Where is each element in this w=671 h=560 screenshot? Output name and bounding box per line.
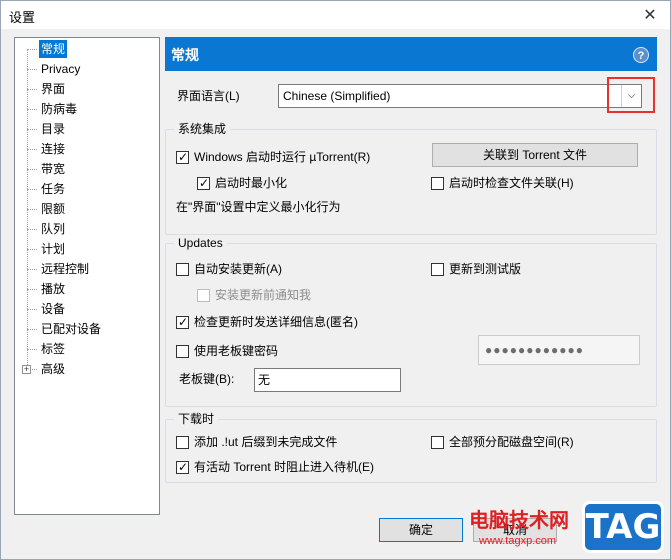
tree-branch bbox=[27, 89, 37, 90]
boss-key-password-field[interactable]: ●●●●●●●●●●●● bbox=[478, 335, 640, 365]
tree-branch bbox=[27, 189, 37, 190]
checkbox-box[interactable] bbox=[176, 149, 189, 165]
checkbox-box bbox=[197, 288, 210, 302]
checkbox-label: 全部预分配磁盘空间(R) bbox=[449, 435, 574, 449]
help-icon[interactable]: ? bbox=[633, 47, 649, 63]
tree-item-devices[interactable]: 设备 bbox=[39, 300, 67, 318]
tree-branch bbox=[27, 229, 37, 230]
tree-branch bbox=[27, 249, 37, 250]
language-select-value: Chinese (Simplified) bbox=[283, 89, 391, 103]
boss-key-password-checkbox[interactable]: 使用老板键密码 bbox=[176, 343, 278, 359]
checkbox-label: 检查更新时发送详细信息(匿名) bbox=[194, 315, 358, 329]
group-title-download: 下载时 bbox=[174, 411, 219, 427]
checkbox-label: Windows 启动时运行 µTorrent(R) bbox=[194, 150, 371, 164]
checkbox-label: 更新到测试版 bbox=[449, 262, 522, 276]
checkbox-box[interactable] bbox=[431, 176, 444, 190]
updates-group: Updates 自动安装更新(A) 更新到测试版 安装更新前通知我 检查更新时发… bbox=[165, 235, 657, 407]
tree-item-interface[interactable]: 界面 bbox=[39, 80, 67, 98]
checkbox-box[interactable] bbox=[176, 314, 189, 330]
settings-window: 设置 ✕ 常规 Privacy 界面 防病毒 目录 连接 带宽 任务 限额 队列… bbox=[0, 0, 671, 560]
ok-button[interactable]: 确定 bbox=[379, 518, 463, 542]
minimize-note: 在"界面"设置中定义最小化行为 bbox=[176, 200, 341, 214]
prevent-standby-checkbox[interactable]: 有活动 Torrent 时阻止进入待机(E) bbox=[176, 459, 374, 475]
watermark-text: 电脑技术网 bbox=[469, 508, 569, 532]
tree-item-bandwidth[interactable]: 带宽 bbox=[39, 160, 67, 178]
settings-tree: 常规 Privacy 界面 防病毒 目录 连接 带宽 任务 限额 队列 计划 远… bbox=[14, 37, 160, 515]
tree-item-queue[interactable]: 队列 bbox=[39, 220, 67, 238]
checkbox-box[interactable] bbox=[176, 459, 189, 475]
tree-guide-line bbox=[27, 49, 28, 371]
tree-branch bbox=[27, 349, 37, 350]
download-group: 下载时 添加 .!ut 后缀到未完成文件 全部预分配磁盘空间(R) 有活动 To… bbox=[165, 411, 657, 483]
tree-item-antivirus[interactable]: 防病毒 bbox=[39, 100, 79, 118]
tree-branch bbox=[27, 169, 37, 170]
checkbox-label: 使用老板键密码 bbox=[194, 344, 279, 358]
boss-key-label: 老板键(B): bbox=[179, 372, 235, 386]
tree-branch bbox=[27, 329, 37, 330]
checkbox-box[interactable] bbox=[176, 344, 189, 358]
expand-icon[interactable]: + bbox=[22, 365, 31, 374]
run-on-startup-checkbox[interactable]: Windows 启动时运行 µTorrent(R) bbox=[176, 149, 370, 165]
system-integration-group: 系统集成 Windows 启动时运行 µTorrent(R) 关联到 Torre… bbox=[165, 121, 657, 235]
tree-branch bbox=[27, 109, 37, 110]
checkbox-label: 添加 .!ut 后缀到未完成文件 bbox=[194, 435, 338, 449]
checkbox-label: 有活动 Torrent 时阻止进入待机(E) bbox=[194, 460, 375, 474]
tree-branch bbox=[27, 69, 37, 70]
tree-item-scheduler[interactable]: 计划 bbox=[39, 240, 67, 258]
tree-branch bbox=[27, 309, 37, 310]
beta-update-checkbox[interactable]: 更新到测试版 bbox=[431, 261, 521, 277]
tree-item-directories[interactable]: 目录 bbox=[39, 120, 67, 138]
notify-before-install-checkbox: 安装更新前通知我 bbox=[197, 287, 311, 303]
panel-title: 常规 bbox=[171, 47, 199, 63]
tree-item-tasks[interactable]: 任务 bbox=[39, 180, 67, 198]
close-icon[interactable]: ✕ bbox=[630, 1, 670, 29]
watermark-tag-logo: TAG bbox=[582, 501, 664, 553]
tree-branch bbox=[27, 269, 37, 270]
checkbox-label: 启动时最小化 bbox=[215, 176, 288, 190]
checkbox-label: 安装更新前通知我 bbox=[215, 288, 312, 302]
tree-branch bbox=[27, 289, 37, 290]
checkbox-box[interactable] bbox=[431, 435, 444, 449]
boss-key-input[interactable]: 无 bbox=[254, 368, 401, 392]
tree-branch bbox=[27, 149, 37, 150]
send-info-checkbox[interactable]: 检查更新时发送详细信息(匿名) bbox=[176, 314, 358, 330]
checkbox-box[interactable] bbox=[176, 435, 189, 449]
group-title-system: 系统集成 bbox=[174, 121, 231, 137]
watermark-url: www.tagxp.com bbox=[479, 535, 557, 547]
title-bar: 设置 ✕ bbox=[1, 1, 670, 29]
checkbox-box[interactable] bbox=[176, 262, 189, 276]
tree-item-playback[interactable]: 播放 bbox=[39, 280, 67, 298]
tree-branch bbox=[27, 49, 37, 50]
checkbox-label: 启动时检查文件关联(H) bbox=[449, 176, 574, 190]
start-minimized-checkbox[interactable]: 启动时最小化 bbox=[197, 175, 287, 191]
tree-item-remote[interactable]: 远程控制 bbox=[39, 260, 91, 278]
checkbox-label: 自动安装更新(A) bbox=[194, 262, 282, 276]
tree-item-paired-devices[interactable]: 已配对设备 bbox=[39, 320, 103, 338]
tree-item-privacy[interactable]: Privacy bbox=[39, 60, 82, 78]
tree-item-limits[interactable]: 限额 bbox=[39, 200, 67, 218]
tree-item-general[interactable]: 常规 bbox=[39, 40, 68, 58]
tree-item-labels[interactable]: 标签 bbox=[39, 340, 67, 358]
tree-item-advanced[interactable]: 高级 bbox=[39, 360, 67, 378]
preallocate-checkbox[interactable]: 全部预分配磁盘空间(R) bbox=[431, 434, 574, 450]
associate-torrent-button[interactable]: 关联到 Torrent 文件 bbox=[432, 143, 638, 167]
group-title-updates: Updates bbox=[174, 235, 227, 251]
tree-item-connection[interactable]: 连接 bbox=[39, 140, 67, 158]
general-panel: 常规 ? 界面语言(L) Chinese (Simplified) ⌵ 系统集成… bbox=[165, 37, 657, 487]
language-label: 界面语言(L) bbox=[177, 89, 240, 103]
append-ut-checkbox[interactable]: 添加 .!ut 后缀到未完成文件 bbox=[176, 434, 337, 450]
panel-header: 常规 ? bbox=[165, 37, 657, 71]
checkbox-box[interactable] bbox=[431, 262, 444, 276]
tree-branch bbox=[27, 209, 37, 210]
checkbox-box[interactable] bbox=[197, 175, 210, 191]
check-association-checkbox[interactable]: 启动时检查文件关联(H) bbox=[431, 175, 574, 191]
tree-branch bbox=[27, 129, 37, 130]
annotation-highlight-box bbox=[607, 77, 655, 113]
window-title: 设置 bbox=[9, 10, 36, 25]
language-select[interactable]: Chinese (Simplified) ⌵ bbox=[278, 84, 642, 108]
auto-install-checkbox[interactable]: 自动安装更新(A) bbox=[176, 261, 282, 277]
